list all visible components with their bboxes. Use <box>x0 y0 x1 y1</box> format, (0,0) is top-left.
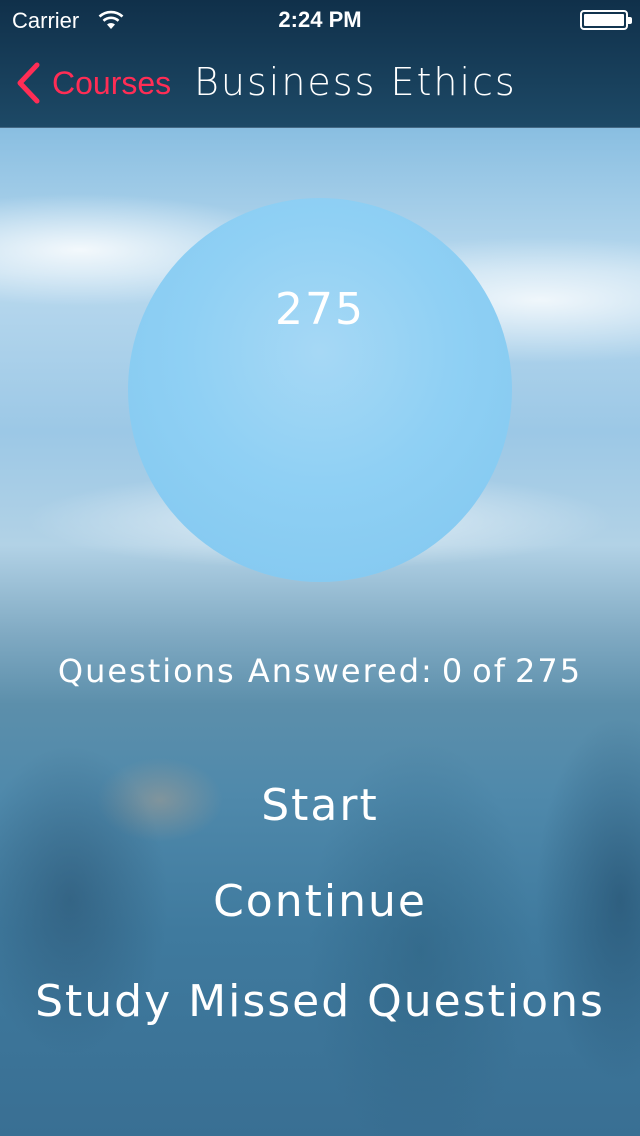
back-button[interactable]: Courses <box>14 58 171 108</box>
questions-answered-status: Questions Answered: 0 of 275 <box>0 652 640 690</box>
total-questions-count: 275 <box>275 284 365 335</box>
answered-count: 0 <box>441 652 465 690</box>
status-time: 2:24 PM <box>278 7 362 32</box>
page-title: Business Ethics <box>194 60 517 104</box>
study-missed-questions-button[interactable]: Study Missed Questions <box>0 976 640 1027</box>
status-bar: Carrier 2:24 PM <box>0 0 640 40</box>
answered-total: 275 <box>515 652 583 690</box>
answered-label: Questions Answered: <box>57 652 434 690</box>
start-button[interactable]: Start <box>0 780 640 831</box>
battery-full-icon <box>580 10 632 30</box>
chevron-left-icon <box>17 62 40 104</box>
answered-of: of <box>472 652 508 690</box>
continue-button[interactable]: Continue <box>0 876 640 927</box>
question-count-circle <box>128 198 512 582</box>
navigation-bar: Carrier 2:24 PM Courses Business Ethics <box>0 0 640 128</box>
back-button-label: Courses <box>52 64 172 101</box>
